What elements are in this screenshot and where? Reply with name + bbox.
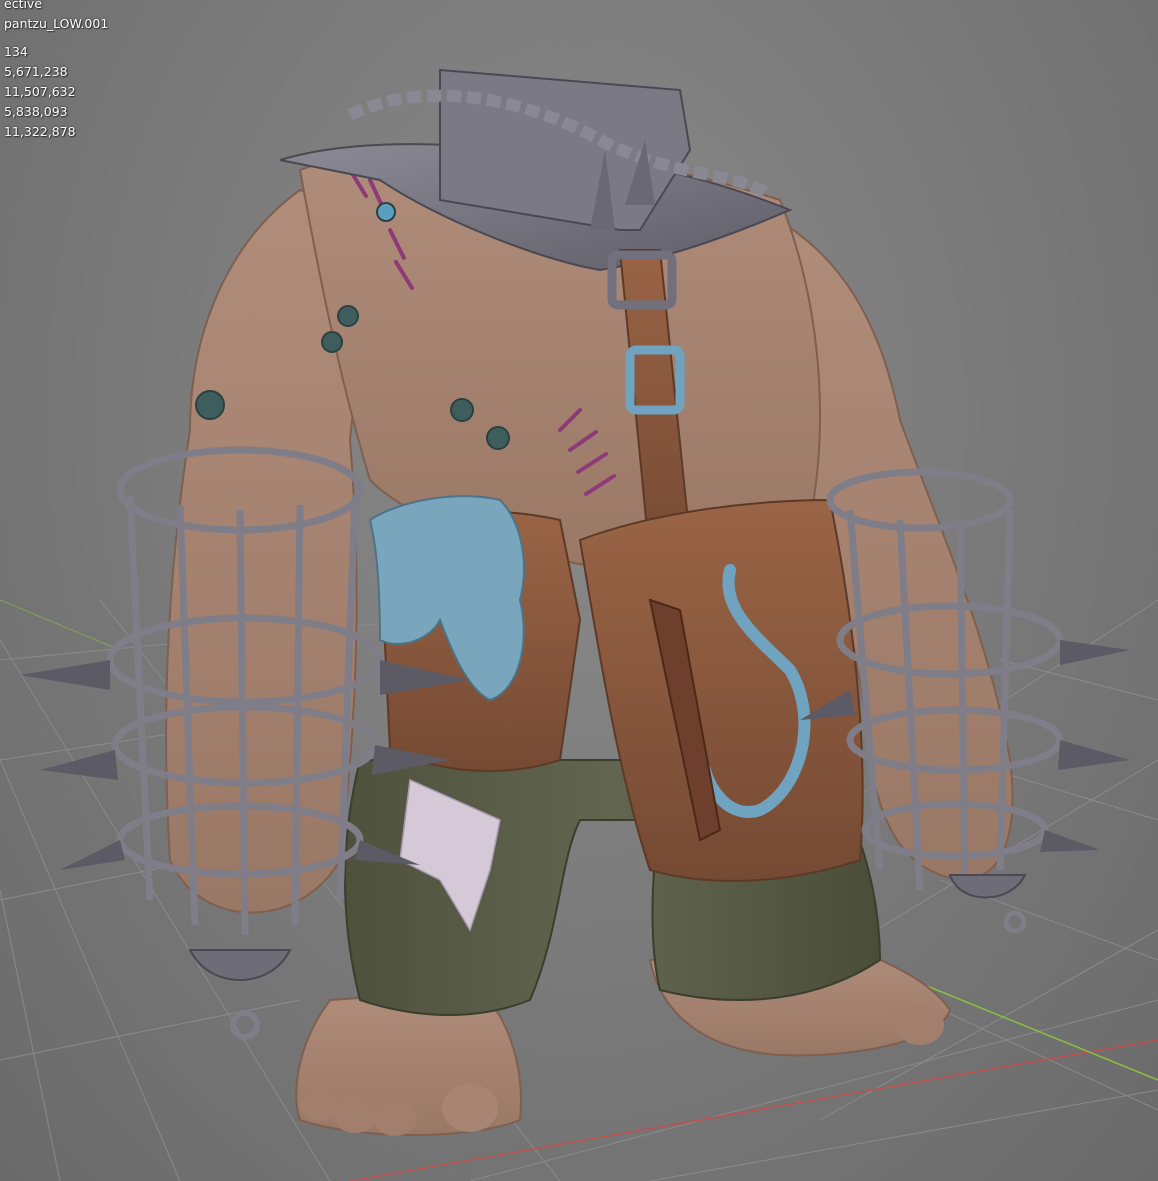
right-cage-bottom — [948, 874, 1027, 899]
object-name-label: pantzu_LOW.001 — [4, 16, 109, 31]
3d-viewport[interactable]: ective pantzu_LOW.001 134 5,671,238 11,5… — [0, 0, 1158, 1181]
left-cage-bottom — [188, 949, 292, 981]
left-cage-ring — [230, 1010, 260, 1040]
right-cage-ring — [1003, 910, 1027, 934]
stat-triangles: 11,322,878 — [4, 124, 76, 139]
view-mode-label: ective — [4, 0, 43, 11]
stat-objects: 134 — [4, 44, 28, 59]
stat-vertices: 5,671,238 — [4, 64, 68, 79]
scene-statistics: 134 5,671,238 11,507,632 5,838,093 11,32… — [4, 42, 108, 142]
viewport-info-overlay: ective pantzu_LOW.001 134 5,671,238 11,5… — [4, 0, 108, 142]
stat-edges: 11,507,632 — [4, 84, 76, 99]
large-satchel — [578, 498, 864, 882]
character-model[interactable] — [0, 0, 1158, 1181]
stat-faces: 5,838,093 — [4, 104, 68, 119]
